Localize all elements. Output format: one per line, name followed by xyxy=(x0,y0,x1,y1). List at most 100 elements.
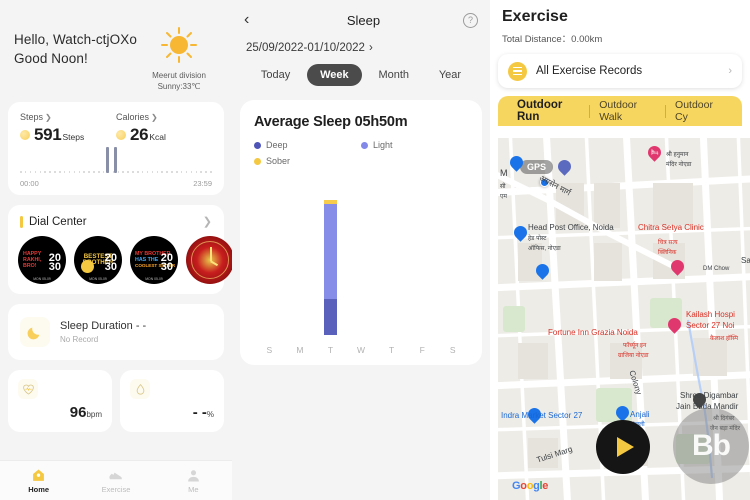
legend-dot-deep xyxy=(254,141,261,149)
blood-oxygen-unit: % xyxy=(206,410,214,419)
watch-face-time: 20 30 xyxy=(48,252,61,273)
nav-item-me[interactable]: Me xyxy=(155,461,232,500)
exercise-panel: Exercise Total Distance：0.00km All Exerc… xyxy=(490,0,750,500)
smiley-icon xyxy=(81,260,94,273)
average-sleep-title: Average Sleep 05h50m xyxy=(254,114,408,130)
chart-bar-stack xyxy=(263,186,276,335)
weather-condition: Sunny:33℃ xyxy=(157,82,201,91)
chart-bar-slot xyxy=(376,186,407,335)
map-label: DM Chow xyxy=(703,266,730,272)
chart-x-label: S xyxy=(449,345,456,355)
tab-month[interactable]: Month xyxy=(365,64,422,86)
date-range-text: 25/09/2022-01/10/2022 xyxy=(246,42,365,54)
chevron-right-icon: › xyxy=(368,42,373,54)
sleep-duration-text: Sleep Duration - - No Record xyxy=(60,320,146,344)
nav-label-exercise: Exercise xyxy=(101,484,131,494)
question-mark-icon[interactable]: ? xyxy=(463,12,478,28)
map-pin[interactable]: 🛏 xyxy=(645,143,664,163)
map-pin[interactable] xyxy=(665,315,684,335)
chart-x-axis: SMTWTFS xyxy=(254,345,468,355)
start-exercise-button[interactable] xyxy=(596,420,650,474)
nav-item-exercise[interactable]: Exercise xyxy=(77,461,154,500)
watch-face-item[interactable] xyxy=(186,236,232,284)
map-pin[interactable] xyxy=(668,257,687,277)
watch-face-time: 20 30 xyxy=(104,252,117,273)
exercise-page-title: Exercise xyxy=(502,8,568,25)
watch-face-date: MON 05-09 xyxy=(33,277,51,281)
map-label: सी xyxy=(500,184,506,190)
date-range-selector[interactable]: 25/09/2022-01/10/2022 › xyxy=(232,36,490,54)
time-axis: 00:00 23:59 xyxy=(20,179,212,188)
sleep-page-title: Sleep xyxy=(346,12,381,28)
chart-bar-slot xyxy=(285,186,316,335)
chart-bar-segment-light xyxy=(323,204,337,300)
chart-bar-stack xyxy=(293,186,306,335)
gps-badge: GPS xyxy=(520,160,554,174)
map-label: Sector 27 Noi xyxy=(686,321,735,330)
map-label: कैलाश हॉस्पि xyxy=(710,336,739,342)
sleep-duration-title: Sleep Duration - - xyxy=(60,320,147,332)
steps-label: Steps xyxy=(20,112,44,122)
watch-face-list[interactable]: HAPPY RAKHI, BRO! 20 30 MON 05-09 BESTEST… xyxy=(8,236,232,284)
nav-label-me: Me xyxy=(188,484,199,494)
map-pin[interactable] xyxy=(511,223,530,243)
dial-center-card[interactable]: Dial Center ❯ HAPPY RAKHI, BRO! 20 30 MON… xyxy=(8,205,232,294)
tab-week[interactable]: Week xyxy=(307,64,362,86)
map-pin[interactable] xyxy=(507,153,526,173)
heart-rate-value: 96 xyxy=(69,404,87,421)
watch-face-item[interactable]: BESTEST BROTHER 20 30 MON 05-09 xyxy=(74,236,122,284)
chart-bars xyxy=(254,186,468,335)
watch-face-item[interactable]: MY BROTHER HAS THE COOLEST SISTER 20 30 M… xyxy=(130,236,178,284)
activity-sparkline xyxy=(20,139,212,173)
chevron-right-icon[interactable]: › xyxy=(728,65,732,77)
tab-outdoor-cycling[interactable]: Outdoor Cy xyxy=(666,99,732,123)
map-pin[interactable] xyxy=(533,261,552,281)
heart-rate-card[interactable]: 96bpm xyxy=(8,370,112,432)
tab-today[interactable]: Today xyxy=(248,64,303,86)
greeting-row: Hello, Watch-ctjOXo Good Noon! Meerut di… xyxy=(0,0,232,92)
weather-widget[interactable]: Meerut division Sunny:33℃ xyxy=(140,22,218,92)
chevron-right-icon: ❯ xyxy=(45,112,52,122)
map-label: Kailash Hospi xyxy=(686,310,735,319)
legend-dot-sober xyxy=(254,157,261,165)
chevron-left-icon[interactable]: ‹ xyxy=(244,11,264,29)
heart-icon xyxy=(18,379,38,399)
nav-item-home[interactable]: Home xyxy=(0,461,77,500)
moon-icon xyxy=(20,317,50,347)
google-watermark: Google xyxy=(512,480,549,492)
steps-calories-card[interactable]: Steps ❯ 591 Steps Calories ❯ 26 Kcal 00:… xyxy=(8,102,224,195)
tab-outdoor-run[interactable]: Outdoor Run xyxy=(508,99,589,123)
map-label: ग्राजिया नोएडा xyxy=(618,353,649,359)
sleep-duration-card[interactable]: Sleep Duration - - No Record xyxy=(8,304,224,360)
sleep-bar-chart xyxy=(254,186,468,335)
greeting-line-2: Good Noon! xyxy=(14,51,88,66)
chart-bar-slot xyxy=(315,186,346,335)
map-label: Chitra Setya Clinic xyxy=(638,223,704,232)
map-label: Head Post Office, Noida xyxy=(528,223,614,232)
all-exercise-records-row[interactable]: All Exercise Records › xyxy=(498,54,742,88)
map-label: ऑफिस, नोएडा xyxy=(528,246,561,252)
chevron-right-icon[interactable]: ❯ xyxy=(203,215,212,228)
average-sleep-card: Average Sleep 05h50m Deep Light Sober S … xyxy=(240,100,482,365)
calories-label: Calories xyxy=(116,112,150,122)
map-label: Anjali xyxy=(630,410,650,419)
blood-oxygen-card[interactable]: - -% xyxy=(120,370,224,432)
chart-bar-stack xyxy=(446,186,459,335)
dial-center-header[interactable]: Dial Center ❯ xyxy=(8,215,224,228)
map-label: एम xyxy=(500,194,507,200)
watch-face-item[interactable]: HAPPY RAKHI, BRO! 20 30 MON 05-09 xyxy=(18,236,66,284)
legend-item-light: Light xyxy=(361,140,468,150)
tab-outdoor-walk[interactable]: Outdoor Walk xyxy=(590,99,665,123)
legend-row: Deep Light xyxy=(254,140,468,150)
chart-x-label: T xyxy=(389,345,395,355)
sun-icon xyxy=(140,24,218,66)
exercise-map[interactable]: GPS 🛏 श्री हनुमान मंदिर नोएडा Head Post … xyxy=(498,138,750,500)
tab-year[interactable]: Year xyxy=(426,64,474,86)
map-pin[interactable] xyxy=(555,157,574,177)
map-label: M xyxy=(500,168,508,178)
chart-x-label: M xyxy=(296,345,304,355)
heart-rate-unit: bpm xyxy=(86,410,102,419)
map-label: Fortune Inn Grazia Noida xyxy=(548,328,638,337)
home-panel: Hello, Watch-ctjOXo Good Noon! Meerut di… xyxy=(0,0,232,500)
bb-watermark: Bb xyxy=(673,408,749,484)
